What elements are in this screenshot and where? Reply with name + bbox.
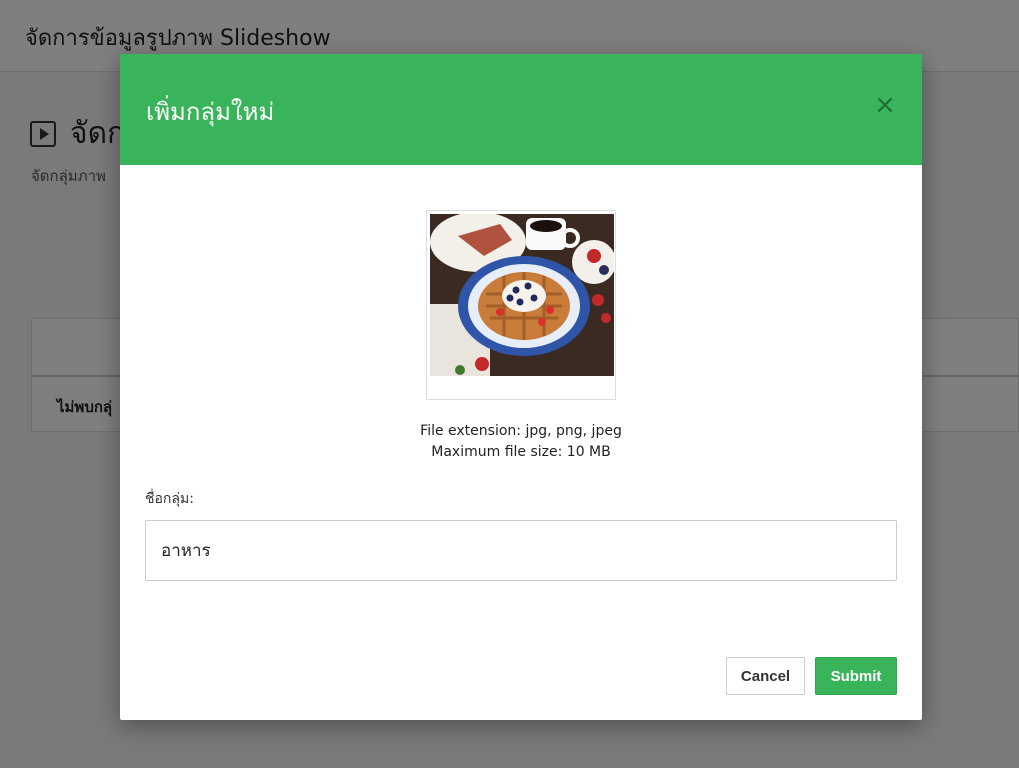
file-extension-text: File extension: jpg, png, jpeg [420, 423, 622, 439]
modal-header: เพิ่มกลุ่มใหม่ × [120, 54, 922, 165]
cancel-button[interactable]: Cancel [726, 657, 805, 695]
group-name-input[interactable] [145, 520, 897, 581]
file-requirements: File extension: jpg, png, jpeg Maximum f… [120, 421, 922, 463]
close-icon[interactable]: × [872, 92, 898, 118]
group-name-label: ชื่อกลุ่ม: [145, 491, 194, 507]
image-upload-preview[interactable] [426, 210, 616, 400]
waffle-image [430, 214, 614, 376]
submit-button[interactable]: Submit [815, 657, 897, 695]
max-file-size-text: Maximum file size: 10 MB [431, 444, 611, 460]
modal-title: เพิ่มกลุ่มใหม่ [146, 98, 275, 126]
add-group-modal: เพิ่มกลุ่มใหม่ × File extension: jpg, pn… [120, 54, 922, 720]
